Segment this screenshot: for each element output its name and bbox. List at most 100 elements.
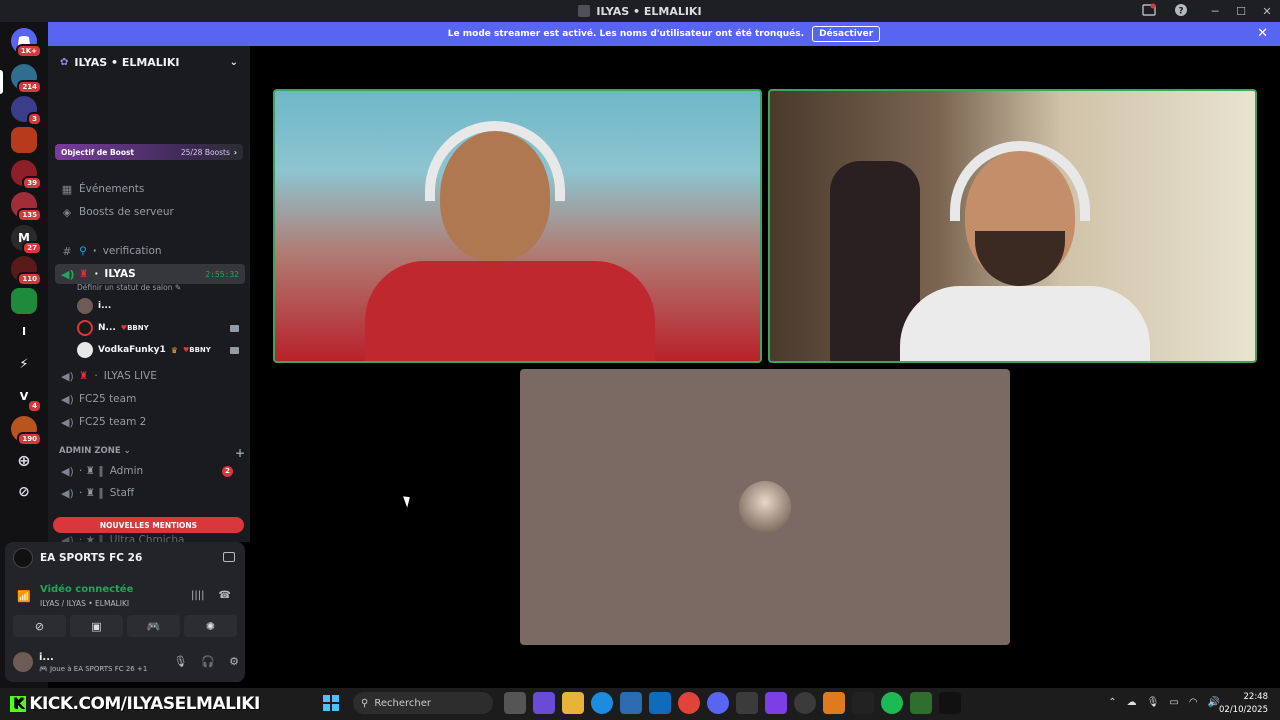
store-icon[interactable] <box>620 692 642 714</box>
channel-admin[interactable]: ◀) · ♜ ‖ Admin 2 <box>55 461 245 481</box>
display-icon[interactable]: ▭ <box>1169 697 1178 708</box>
app-icon[interactable] <box>823 692 845 714</box>
inbox-icon[interactable] <box>1142 3 1158 19</box>
guild-icon[interactable] <box>11 127 37 153</box>
user-name[interactable]: i... <box>39 652 54 663</box>
guild-icon[interactable]: 3 <box>11 96 42 126</box>
microphone-icon[interactable]: 🎙 <box>1147 697 1160 708</box>
channel-ilyas-live[interactable]: ◀) ♜ · ILYAS LIVE <box>55 366 245 386</box>
guild-icon[interactable]: 135 <box>11 192 42 222</box>
copilot-icon[interactable] <box>533 692 555 714</box>
guild-badge: 39 <box>22 176 42 190</box>
alarm-icon: ♜ <box>79 370 89 382</box>
noise-suppression-icon[interactable]: |||| <box>191 590 204 601</box>
home-button[interactable]: 1K+ <box>11 28 42 58</box>
chevron-down-icon[interactable]: ⌄ <box>230 57 238 68</box>
outlook-icon[interactable] <box>649 692 671 714</box>
minimize-button[interactable]: ─ <box>1202 5 1228 18</box>
settings-gear-icon[interactable]: ⚙ <box>229 655 239 668</box>
voice-user[interactable]: i... <box>77 297 239 315</box>
add-server-icon[interactable]: ⊕ <box>11 447 37 473</box>
close-icon[interactable]: ✕ <box>1257 26 1268 41</box>
channel-events[interactable]: ▦ Événements <box>55 179 245 199</box>
help-icon[interactable]: ? <box>1174 3 1190 19</box>
microphone-icon[interactable]: 🎙 <box>173 655 187 668</box>
add-channel-icon[interactable]: + <box>235 446 245 460</box>
guild-icon[interactable]: 190 <box>11 416 42 446</box>
set-status-link[interactable]: Définir un statut de salon ✎ <box>77 283 181 292</box>
screen-share-button[interactable]: ▣ <box>70 615 123 637</box>
disconnect-icon[interactable]: ☎ <box>219 590 231 601</box>
boost-goal[interactable]: Objectif de Boost 25/28 Boosts › <box>55 144 243 160</box>
participant-video <box>900 141 1150 361</box>
category-label: ADMIN ZONE <box>59 446 121 456</box>
server-header[interactable]: ✿ ILYAS • ELMALIKI ⌄ <box>48 46 250 78</box>
clock[interactable]: 22:48 02/10/2025 <box>1219 691 1268 717</box>
avatar[interactable] <box>13 652 33 672</box>
window-controls: ─ ☐ ✕ <box>1202 0 1280 22</box>
category-admin-zone[interactable]: ADMIN ZONE ⌄ + <box>59 446 245 460</box>
guild-icon[interactable]: V4 <box>11 383 42 413</box>
wifi-icon[interactable]: ◠ <box>1189 697 1198 708</box>
headset-shape <box>425 121 565 201</box>
start-icon[interactable] <box>320 692 342 714</box>
activity-icon[interactable] <box>223 552 235 562</box>
activity-game[interactable]: EA SPORTS FC 26 <box>13 548 142 568</box>
steam-icon[interactable] <box>852 692 874 714</box>
kick-overlay: K KICK.COM/ILYASELMALIKI <box>10 692 260 716</box>
cloud-icon[interactable]: ☁ <box>1127 697 1137 708</box>
channel-fc25-team-2[interactable]: ◀) FC25 team 2 <box>55 412 245 432</box>
ea-app-icon[interactable] <box>939 692 961 714</box>
channel-ilyas-voice[interactable]: ◀) ♜ · ILYAS 2:55:32 <box>55 264 245 284</box>
video-tile-1[interactable] <box>273 89 762 363</box>
folder-icon[interactable] <box>562 692 584 714</box>
guild-icon[interactable] <box>11 288 37 314</box>
activity-button[interactable]: 🎮 <box>127 615 180 637</box>
explore-icon[interactable]: ⊘ <box>11 479 37 505</box>
speaker-icon: ◀) <box>61 267 75 281</box>
voice-user[interactable]: VodkaFunky1 ♛ ♥BBNY <box>77 341 239 359</box>
headphones-icon[interactable]: 🎧 <box>201 655 215 668</box>
guild-icon[interactable]: M 27 <box>11 225 42 255</box>
headset-shape <box>950 141 1090 221</box>
discord-icon[interactable] <box>707 692 729 714</box>
soundboard-button[interactable]: ✺ <box>184 615 237 637</box>
channel-staff[interactable]: ◀) · ♜ ‖ Staff <box>55 483 245 503</box>
camera-off-button[interactable]: ⊘ <box>13 615 66 637</box>
voice-status[interactable]: Vidéo connectée <box>40 584 133 595</box>
chrome-icon[interactable] <box>678 692 700 714</box>
taskbar-search[interactable]: ⚲ Rechercher <box>353 692 493 714</box>
channel-sidebar: ✿ ILYAS • ELMALIKI ⌄ Objectif de Boost 2… <box>48 46 250 542</box>
windows-taskbar: K KICK.COM/ILYASELMALIKI ⚲ Rechercher ⌃ … <box>0 688 1280 720</box>
discord-app: ILYAS • ELMALIKI ? ─ ☐ ✕ Le mode streame… <box>0 0 1280 688</box>
video-tile-2[interactable] <box>768 89 1257 363</box>
guild-icon[interactable]: 214 <box>11 64 42 94</box>
crown-icon: ♛ <box>170 345 178 355</box>
guild-icon[interactable]: ⚡ <box>11 351 37 377</box>
hashtag-icon: # <box>62 244 72 258</box>
spotify-icon[interactable] <box>881 692 903 714</box>
voice-location[interactable]: ILYAS / ILYAS • ELMALIKI <box>40 599 129 608</box>
guild-icon[interactable]: I <box>11 318 37 344</box>
task-view-icon[interactable] <box>504 692 526 714</box>
alarm-icon: ♜ <box>79 268 89 280</box>
gamepad-icon[interactable] <box>765 692 787 714</box>
maximize-button[interactable]: ☐ <box>1228 5 1254 18</box>
close-window-button[interactable]: ✕ <box>1254 5 1280 18</box>
channel-boosts[interactable]: ◈ Boosts de serveur <box>55 202 245 222</box>
channel-verification[interactable]: # ⚲ · verification <box>55 241 245 261</box>
edge-icon[interactable] <box>591 692 613 714</box>
video-tile-3[interactable] <box>520 369 1010 645</box>
voice-user[interactable]: N... ♥BBNY <box>77 319 239 337</box>
obs-icon[interactable] <box>794 692 816 714</box>
disable-streamer-button[interactable]: Désactiver <box>812 26 881 42</box>
chevron-up-icon[interactable]: ⌃ <box>1108 697 1116 708</box>
channel-fc25-team[interactable]: ◀) FC25 team <box>55 389 245 409</box>
photos-icon[interactable] <box>736 692 758 714</box>
kick-app-icon[interactable] <box>910 692 932 714</box>
guild-icon[interactable]: 39 <box>11 160 42 190</box>
guild-badge: 3 <box>27 112 42 126</box>
channel-label: Événements <box>79 183 145 195</box>
guild-icon[interactable]: 110 <box>11 256 42 286</box>
new-mentions-pill[interactable]: NOUVELLES MENTIONS <box>53 517 244 533</box>
